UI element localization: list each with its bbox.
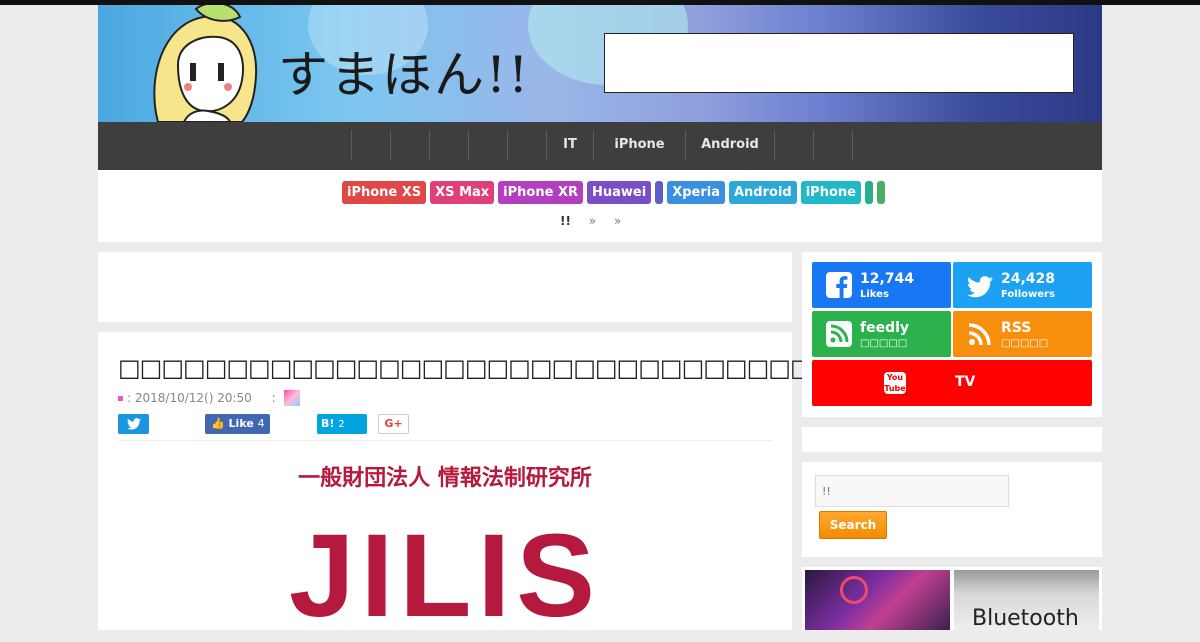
- hatena-bookmark-button[interactable]: B! 2: [317, 414, 367, 434]
- breadcrumb-home[interactable]: !!: [560, 214, 571, 228]
- feedly-label: □□□□□: [860, 338, 908, 349]
- nav-item-2[interactable]: [390, 130, 429, 160]
- article-date: : 2018/10/12() 20:50: [127, 391, 252, 405]
- tag-panel: iPhone XS XS Max iPhone XR Huawei Xperia Andr…: [98, 170, 1102, 242]
- tag-chip[interactable]: Android: [728, 181, 797, 204]
- like-count: 4: [257, 417, 265, 430]
- search-widget: Search: [802, 462, 1102, 557]
- thumbnail-phone[interactable]: [805, 570, 950, 630]
- mascot-illustration: [153, 5, 258, 122]
- facebook-like-button[interactable]: 👍 Like 4: [205, 414, 270, 434]
- tag-chip[interactable]: iPhone XS: [342, 181, 427, 204]
- ad-banner[interactable]: [98, 252, 792, 322]
- youtube-icon: You Tube: [884, 372, 906, 394]
- article: □□□□□□□□□□□□□□□□□□□□□□□□□□□□□□□□□ : 2018…: [98, 332, 834, 635]
- main-nav: IT iPhone Android: [98, 122, 1102, 170]
- article-meta: : 2018/10/12() 20:50 :: [118, 391, 276, 405]
- nav-item-3[interactable]: [429, 130, 468, 160]
- search-button[interactable]: Search: [819, 511, 887, 539]
- breadcrumb-separator: »: [613, 214, 622, 228]
- nav-item-iphone[interactable]: iPhone: [593, 130, 685, 160]
- rss-label: □□□□□: [1001, 338, 1049, 349]
- tag-chip[interactable]: Huawei: [586, 181, 652, 204]
- site-header: すまほん!!: [98, 5, 1102, 122]
- nav-item-it[interactable]: IT: [546, 130, 593, 160]
- thumbnail-caption: Bluetooth: [972, 606, 1079, 630]
- rss-follow-button[interactable]: RSS □□□□□: [953, 311, 1092, 357]
- nav-item-4[interactable]: [468, 130, 507, 160]
- thumbs-up-icon: 👍: [211, 417, 225, 430]
- rss-icon: [968, 323, 991, 346]
- twitter-label: Followers: [1001, 289, 1055, 300]
- related-thumbnails: Bluetooth: [802, 567, 1102, 630]
- rss-name: RSS: [1001, 320, 1032, 336]
- twitter-count: 24,428: [1001, 271, 1056, 287]
- twitter-bird-icon: [127, 418, 141, 430]
- facebook-count: 12,744: [860, 271, 915, 287]
- sidebar-widget: [802, 427, 1102, 452]
- tag-chip[interactable]: iPhone: [800, 181, 861, 204]
- header-ad-box[interactable]: [604, 33, 1074, 93]
- article-title: □□□□□□□□□□□□□□□□□□□□□□□□□□□□□□□□□: [118, 354, 834, 382]
- tag-chip[interactable]: [655, 181, 664, 204]
- featured-image-subtitle: 一般財団法人 情報法制研究所: [298, 466, 592, 491]
- author-separator: :: [271, 391, 276, 405]
- thumbnail-bluetooth[interactable]: Bluetooth: [954, 570, 1099, 630]
- site-logo[interactable]: すまほん!!: [278, 35, 530, 107]
- tag-chip[interactable]: Xperia: [667, 181, 725, 204]
- tag-chip[interactable]: [876, 181, 885, 204]
- like-label: Like: [228, 417, 254, 430]
- featured-image-logo: JILIS: [289, 510, 601, 642]
- facebook-follow-button[interactable]: 12,744 Likes: [812, 262, 951, 308]
- tag-list: iPhone XS XS Max iPhone XR Huawei Xperia Andr…: [342, 181, 885, 204]
- tweet-button[interactable]: [118, 414, 149, 434]
- date-icon: [118, 396, 123, 401]
- feedly-follow-button[interactable]: feedly □□□□□: [812, 311, 951, 357]
- nav-item-5[interactable]: [507, 130, 546, 160]
- youtube-follow-button[interactable]: You Tube TV: [812, 360, 1092, 406]
- breadcrumb-separator: »: [588, 214, 597, 228]
- twitter-icon: [967, 276, 993, 298]
- hatena-label: B!: [321, 417, 335, 430]
- facebook-label: Likes: [860, 289, 889, 300]
- tag-chip[interactable]: [864, 181, 873, 204]
- nav-item-1[interactable]: [351, 130, 390, 160]
- divider: [118, 440, 772, 441]
- tag-chip[interactable]: XS Max: [430, 181, 495, 204]
- author-avatar[interactable]: [284, 390, 300, 406]
- youtube-label: TV: [955, 374, 976, 390]
- breadcrumb: !! » »: [560, 214, 621, 228]
- google-plus-button[interactable]: G+: [378, 414, 409, 434]
- nav-item-10[interactable]: [813, 130, 853, 160]
- facebook-icon: [826, 272, 852, 298]
- tag-chip[interactable]: iPhone XR: [498, 181, 583, 204]
- social-follow-panel: 12,744 Likes 24,428 Followers feedly □□□…: [802, 252, 1102, 417]
- nav-items: IT iPhone Android: [351, 130, 853, 162]
- nav-item-9[interactable]: [774, 130, 813, 160]
- feed-icon: [826, 321, 852, 347]
- twitter-follow-button[interactable]: 24,428 Followers: [953, 262, 1092, 308]
- search-input[interactable]: [815, 475, 1009, 507]
- feedly-name: feedly: [860, 320, 910, 336]
- hatena-count: 2: [338, 419, 345, 430]
- nav-item-android[interactable]: Android: [685, 130, 774, 160]
